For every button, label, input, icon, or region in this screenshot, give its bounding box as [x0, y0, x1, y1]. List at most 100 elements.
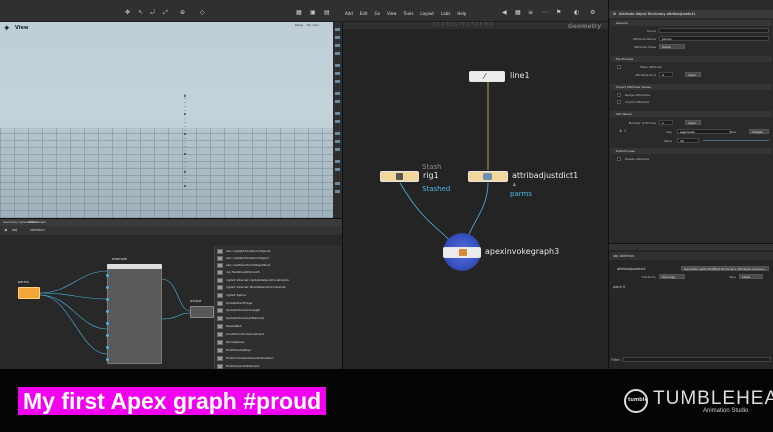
- network-nav-icon[interactable]: ◀: [502, 9, 507, 16]
- menu-labs[interactable]: Labs: [441, 11, 450, 16]
- shelf-button[interactable]: [335, 112, 340, 115]
- section-postprocess[interactable]: Post-Process: [611, 148, 772, 154]
- multiparm-controls-icon[interactable]: ± ✓: [619, 128, 627, 133]
- section-preprocess[interactable]: Pre-Process: [611, 56, 772, 62]
- attribute-class-dropdown[interactable]: Detail: [659, 44, 685, 49]
- line1-node[interactable]: ⁄: [469, 71, 505, 82]
- move-tool-icon[interactable]: ↖: [138, 9, 143, 16]
- list-item[interactable]: abc::GetTransformObjectRoot: [217, 262, 270, 268]
- import-attribute-checkbox[interactable]: [617, 100, 621, 104]
- shelf-button[interactable]: [335, 64, 340, 67]
- input-port[interactable]: [106, 358, 109, 361]
- input-port[interactable]: [106, 346, 109, 349]
- section-import[interactable]: Import Attribute Values: [611, 84, 772, 90]
- filter-field[interactable]: [623, 357, 771, 362]
- list-item[interactable]: FindOrCreateCharacterSkeleton: [217, 355, 274, 361]
- view-menu-icon[interactable]: ✦: [3, 25, 13, 34]
- select-tool-icon[interactable]: ✥: [125, 9, 130, 16]
- attribute-name-field[interactable]: parms: [659, 36, 769, 41]
- section-general[interactable]: General: [611, 20, 772, 26]
- list-item[interactable]: rig::TwoBoneIKSmooth: [217, 269, 260, 275]
- clear-button[interactable]: Clear: [685, 72, 701, 77]
- flag-icon[interactable]: ⚑: [556, 9, 561, 16]
- list-item[interactable]: UpdateCharacterElement: [217, 315, 264, 321]
- list-item[interactable]: rigdef::internal::BuildSetendConstraints: [217, 284, 285, 290]
- shelf-button[interactable]: [335, 44, 340, 47]
- menu-edit[interactable]: Edit: [360, 11, 368, 16]
- snap-icon[interactable]: ▦: [296, 9, 302, 16]
- group-field[interactable]: [659, 28, 769, 33]
- parms-node[interactable]: [18, 287, 40, 299]
- sop-network-editor[interactable]: STRESSTESTDEMO Geometry ⁄ line1 Stash ri…: [342, 22, 609, 369]
- sheet-path[interactable]: obj skeleton: [613, 254, 634, 258]
- handle-tool-icon[interactable]: ⊕: [180, 9, 185, 16]
- list-item[interactable]: LocalTransformConstraint: [217, 331, 264, 337]
- input-port[interactable]: [106, 274, 109, 277]
- mask-value-field[interactable]: 0: [659, 72, 673, 77]
- list-item[interactable]: abc::UpdateTransformObject: [217, 255, 269, 261]
- lock-icon[interactable]: ▤: [324, 9, 330, 16]
- sheet-row[interactable]: point 0: [613, 285, 625, 289]
- scene-viewport[interactable]: ✦ View Persp No cam: [0, 22, 333, 218]
- list-icon[interactable]: ≡: [528, 9, 533, 16]
- list-item[interactable]: ParmsSpace: [217, 339, 244, 345]
- camera-dropdown[interactable]: No cam: [307, 23, 318, 27]
- list-item[interactable]: FindPickableExpr: [217, 347, 251, 353]
- apexinvokegraph3-node[interactable]: [443, 247, 481, 258]
- menu-tools[interactable]: Tools: [404, 11, 414, 16]
- list-item[interactable]: rigdef::Spline: [217, 292, 246, 298]
- menu-add[interactable]: Add: [345, 11, 353, 16]
- type-dropdown[interactable]: Integer: [749, 129, 769, 134]
- display-icon[interactable]: ▣: [310, 9, 316, 16]
- output-node[interactable]: [190, 306, 214, 318]
- sheet-description[interactable]: Geometry with Modified Dictionary Attrib…: [681, 266, 769, 271]
- value-field[interactable]: 10: [677, 138, 699, 143]
- shelf-button[interactable]: [335, 190, 340, 193]
- shelf-button[interactable]: [335, 52, 340, 55]
- input-port[interactable]: [106, 298, 109, 301]
- menu-go[interactable]: Go: [375, 11, 381, 16]
- rotate-tool-icon[interactable]: ⤾: [150, 9, 155, 17]
- menu-view[interactable]: View: [387, 11, 397, 16]
- example-node-header[interactable]: [107, 264, 162, 269]
- list-item[interactable]: abc::UpdateTransformObjects: [217, 248, 271, 254]
- shelf-button[interactable]: [335, 120, 340, 123]
- value-slider[interactable]: [703, 140, 769, 141]
- input-port[interactable]: [106, 334, 109, 337]
- clear-entries-button[interactable]: Clear: [685, 120, 701, 125]
- example-node[interactable]: [107, 264, 162, 364]
- sheet-type-dropdown[interactable]: Label: [739, 274, 763, 279]
- shelf-button[interactable]: [335, 182, 340, 185]
- attribadjustdict1-node[interactable]: [468, 171, 508, 182]
- shelf-button[interactable]: [335, 80, 340, 83]
- section-set-values[interactable]: Set Values: [611, 111, 772, 117]
- menu-layout[interactable]: Layout: [420, 11, 434, 16]
- shelf-button[interactable]: [335, 36, 340, 39]
- shelf-button[interactable]: [335, 100, 340, 103]
- list-item[interactable]: DeleteBeh: [217, 323, 242, 329]
- menu-help[interactable]: Help: [457, 11, 466, 16]
- grid-icon[interactable]: ▦: [515, 9, 521, 16]
- shelf-button[interactable]: [335, 160, 340, 163]
- range-attributes-checkbox[interactable]: [617, 93, 621, 97]
- delete-attribute-checkbox[interactable]: [617, 157, 621, 161]
- list-item[interactable]: UpdatePointFlags: [217, 300, 252, 306]
- pose-tool-icon[interactable]: ◇: [200, 9, 205, 16]
- hierarchy-dropdown[interactable]: Topology: [659, 274, 685, 279]
- wire-icon[interactable]: ⋯: [542, 9, 548, 16]
- persp-dropdown[interactable]: Persp: [295, 23, 303, 27]
- shelf-button[interactable]: [335, 140, 340, 143]
- shelf-button[interactable]: [335, 72, 340, 75]
- input-port[interactable]: [106, 286, 109, 289]
- shelf-button[interactable]: [335, 168, 340, 171]
- shelf-button[interactable]: [335, 92, 340, 95]
- scale-tool-icon[interactable]: ⤢: [163, 9, 168, 17]
- input-port[interactable]: [106, 310, 109, 313]
- apex-graph-editor[interactable]: Geometry Spreadsheet APEX Graph ◀ obj sk…: [0, 218, 342, 370]
- settings-icon[interactable]: ⚙: [590, 9, 595, 16]
- shelf-button[interactable]: [335, 132, 340, 135]
- rig1-node[interactable]: [380, 171, 419, 182]
- input-port[interactable]: [106, 322, 109, 325]
- palette-icon[interactable]: ◐: [574, 9, 579, 16]
- shelf-button[interactable]: [335, 148, 340, 151]
